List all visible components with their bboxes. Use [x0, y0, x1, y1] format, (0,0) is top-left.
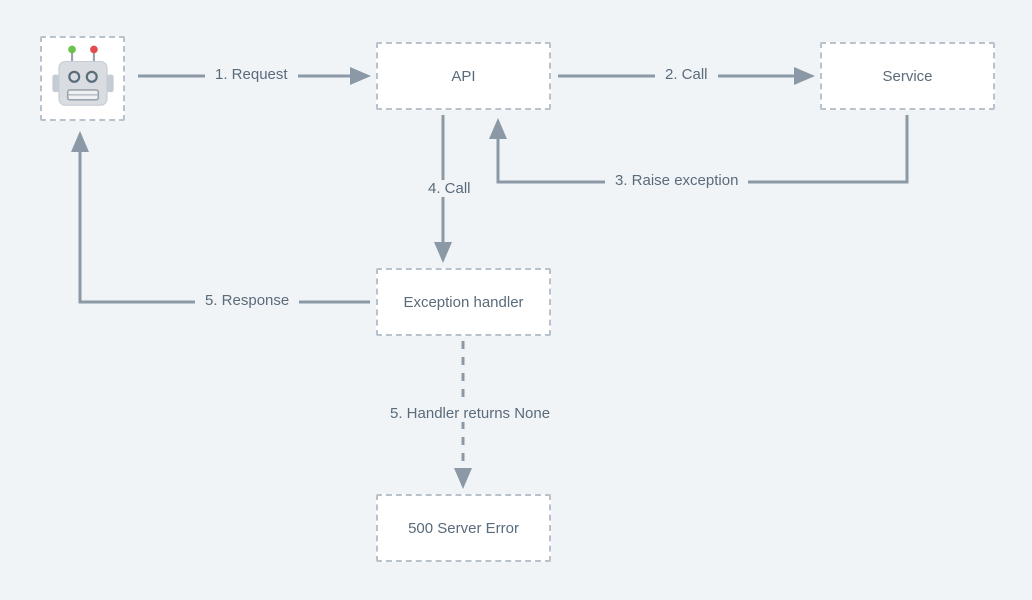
- node-server-error-label: 500 Server Error: [408, 520, 519, 537]
- node-robot: [40, 36, 125, 121]
- node-api-label: API: [451, 68, 475, 85]
- edge-request-label: 1. Request: [205, 66, 298, 83]
- edge-call-api-service-label: 2. Call: [655, 66, 718, 83]
- node-service-label: Service: [882, 68, 932, 85]
- node-exception-handler: Exception handler: [376, 268, 551, 336]
- edge-call-api-handler-label: 4. Call: [418, 180, 481, 197]
- node-service: Service: [820, 42, 995, 110]
- node-server-error: 500 Server Error: [376, 494, 551, 562]
- node-exception-handler-label: Exception handler: [403, 294, 523, 311]
- edge-handler-returns-none-label: 5. Handler returns None: [380, 405, 560, 422]
- robot-icon: [48, 44, 118, 114]
- edge-raise-exception-label: 3. Raise exception: [605, 172, 748, 189]
- edge-response-label: 5. Response: [195, 292, 299, 309]
- node-api: API: [376, 42, 551, 110]
